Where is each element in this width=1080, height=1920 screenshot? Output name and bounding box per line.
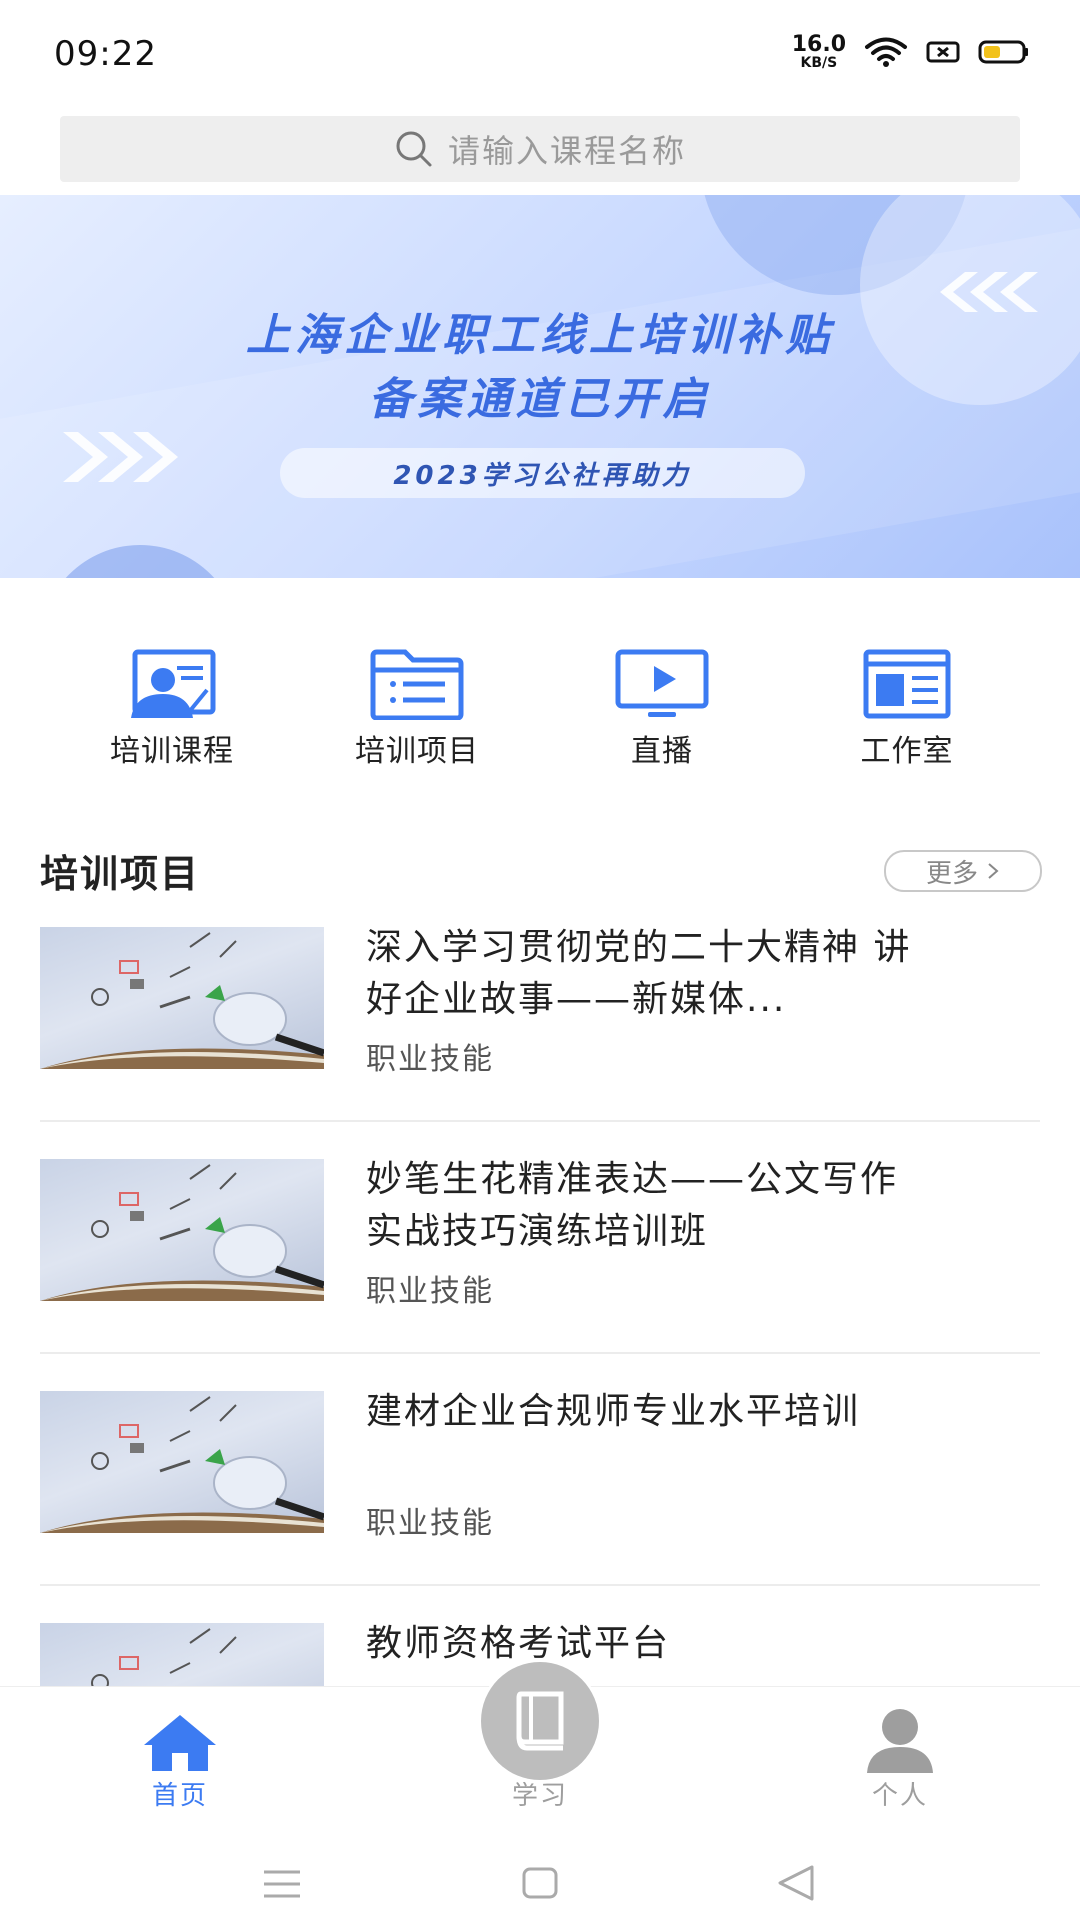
course-thumbnail [40,927,324,1069]
nav-label: 工作室 [860,734,954,769]
sim-icon [926,41,960,63]
tab-label: 个人 [871,1781,928,1811]
section-title: 培训项目 [40,852,201,896]
nav-live[interactable]: 直播 [542,640,782,770]
wifi-icon [865,37,907,67]
nav-label: 直播 [631,734,693,769]
book-icon [516,1691,564,1751]
project-tag: 职业技能 [366,1042,494,1077]
battery-icon [978,40,1028,64]
project-title: 教师资格考试平台 [366,1623,671,1664]
nav-training-courses[interactable]: 培训课程 [52,640,292,770]
nav-studio[interactable]: 工作室 [787,640,1027,770]
nav-label: 培训项目 [355,734,479,769]
divider [40,1352,1040,1354]
course-thumbnail [40,1159,324,1301]
status-time: 09:22 [54,34,157,74]
chevron-right-icon [988,863,999,879]
course-thumbnail [40,1391,324,1533]
nav-training-projects[interactable]: 培训项目 [297,640,537,770]
course-thumbnail [40,1623,324,1686]
project-tag: 职业技能 [366,1274,494,1309]
banner-headline-2: 备案通道已开启 [368,374,712,425]
search-icon [396,131,432,167]
quick-nav: 培训课程 培训项目 直播 工作室 [0,640,1080,770]
study-center-button[interactable] [481,1662,599,1780]
studio-newspaper-icon [863,649,951,719]
system-nav-bar [0,1820,1080,1920]
project-tag: 职业技能 [366,1506,494,1541]
live-play-icon [615,649,709,717]
more-label: 更多 [925,858,978,889]
promo-banner[interactable]: 上海企业职工线上培训补贴 备案通道已开启 2023学习公社再助力 [0,195,1080,578]
divider [40,1584,1040,1586]
chevrons-right-icon [63,432,178,482]
user-icon [867,1709,933,1773]
banner-subtitle: 2023学习公社再助力 [393,460,692,491]
project-title: 深入学习贯彻党的二十大精神 讲好企业故事——新媒体... [366,927,912,1020]
menu-icon[interactable] [262,1868,302,1900]
search-input[interactable]: 请输入课程名称 [60,116,1020,182]
tab-home[interactable]: 首页 [80,1687,280,1812]
banner-headline: 上海企业职工线上培训补贴 [246,310,834,361]
back-icon[interactable] [776,1864,816,1902]
divider [40,1120,1040,1122]
net-speed: 16.0 KB/S [791,32,846,71]
tab-label: 首页 [151,1781,208,1811]
folder-list-icon [370,649,464,720]
nav-label: 培训课程 [110,734,234,769]
banner-subtitle-pill: 2023学习公社再助力 [280,448,805,498]
trainer-profile-icon [131,649,216,718]
status-bar: 09:22 16.0 KB/S [0,0,1080,108]
home-icon [144,1715,216,1771]
net-speed-value: 16.0 [791,32,846,57]
more-button[interactable]: 更多 [884,850,1042,892]
status-icons: 16.0 KB/S [792,34,1030,70]
project-title: 妙笔生花精准表达——公文写作实战技巧演练培训班 [366,1159,899,1252]
tab-profile[interactable]: 个人 [800,1687,1000,1812]
search-placeholder: 请输入课程名称 [447,132,686,170]
project-title: 建材企业合规师专业水平培训 [366,1391,861,1432]
home-square-icon[interactable] [521,1866,559,1900]
net-speed-unit: KB/S [800,55,838,71]
